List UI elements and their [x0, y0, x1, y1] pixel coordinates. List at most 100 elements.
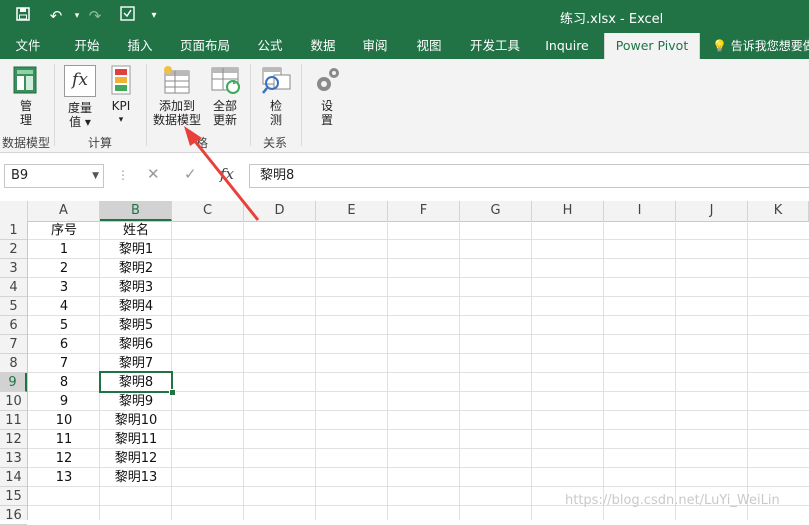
cell-a[interactable]: 6 [28, 335, 100, 354]
form-icon[interactable] [116, 6, 138, 26]
column-header-e[interactable]: E [316, 201, 388, 221]
update-all-button[interactable]: 全部 更新 [205, 65, 245, 127]
cell-a[interactable]: 11 [28, 430, 100, 449]
cell-a[interactable]: 2 [28, 259, 100, 278]
cell-a[interactable]: 3 [28, 278, 100, 297]
add-to-data-model-button[interactable]: 添加到 数据模型 [152, 65, 202, 127]
add-to-model-label-2: 数据模型 [152, 113, 201, 127]
cell-b[interactable]: 黎明9 [100, 392, 172, 411]
redo-icon[interactable]: ↷ [84, 6, 106, 26]
chevron-down-icon[interactable]: ▼ [92, 165, 99, 187]
formula-input[interactable]: 黎明8 [249, 164, 809, 188]
detect-label-1: 检 [269, 99, 282, 113]
row-header[interactable]: 11 [0, 411, 27, 430]
cell-a1[interactable]: 序号 [28, 221, 100, 240]
refresh-table-icon [209, 65, 241, 95]
column-header-h[interactable]: H [532, 201, 604, 221]
select-all-corner[interactable] [0, 201, 28, 221]
cell-grid[interactable]: 序号 1 2 3 4 5 6 7 8 9 10 11 12 13 姓名 黎明1 … [28, 221, 809, 520]
row-header[interactable]: 3 [0, 259, 27, 278]
column-header-j[interactable]: J [676, 201, 748, 221]
tab-page-layout[interactable]: 页面布局 [172, 33, 238, 59]
customize-qat-icon[interactable]: ▾ [143, 6, 165, 26]
cell-b[interactable]: 黎明1 [100, 240, 172, 259]
column-header-k[interactable]: K [748, 201, 809, 221]
column-header-f[interactable]: F [388, 201, 460, 221]
tell-me-box[interactable]: 💡 告诉我您想要做 [712, 33, 809, 59]
cell-b[interactable]: 黎明3 [100, 278, 172, 297]
tab-home[interactable]: 开始 [62, 33, 112, 59]
kpi-label-2: ▾ [118, 115, 124, 125]
row-headers: 1 2 3 4 5 6 7 8 9 10 11 12 13 14 15 16 [0, 221, 28, 525]
column-headers: A B C D E F G H I J K [0, 201, 809, 222]
settings-label-1: 设 [320, 99, 333, 113]
cell-b[interactable]: 黎明5 [100, 316, 172, 335]
lightbulb-icon: 💡 [712, 39, 727, 53]
row-header-selected[interactable]: 9 [0, 373, 27, 392]
cell-b[interactable]: 黎明2 [100, 259, 172, 278]
kpi-label-1: KPI [111, 99, 131, 113]
row-header[interactable]: 14 [0, 468, 27, 487]
cell-a[interactable]: 10 [28, 411, 100, 430]
data-model-icon [12, 65, 40, 95]
cell-b1[interactable]: 姓名 [100, 221, 172, 240]
tab-power-pivot[interactable]: Power Pivot [604, 33, 700, 59]
cell-a[interactable]: 7 [28, 354, 100, 373]
row-header[interactable]: 2 [0, 240, 27, 259]
tab-review[interactable]: 审阅 [353, 33, 397, 59]
enter-icon[interactable]: ✓ [184, 165, 197, 183]
cell-b[interactable]: 黎明13 [100, 468, 172, 487]
cell-a[interactable]: 1 [28, 240, 100, 259]
undo-icon[interactable]: ↶ [45, 6, 67, 26]
column-header-g[interactable]: G [460, 201, 532, 221]
cell-a[interactable]: 4 [28, 297, 100, 316]
tab-developer[interactable]: 开发工具 [462, 33, 528, 59]
row-header[interactable]: 7 [0, 335, 27, 354]
tab-insert[interactable]: 插入 [117, 33, 163, 59]
settings-button[interactable]: 设 置 [307, 65, 347, 127]
tab-formulas[interactable]: 公式 [249, 33, 291, 59]
fill-handle[interactable] [169, 389, 176, 396]
insert-function-icon[interactable]: fx [220, 165, 234, 183]
row-header[interactable]: 4 [0, 278, 27, 297]
column-header-d[interactable]: D [244, 201, 316, 221]
cell-b[interactable]: 黎明12 [100, 449, 172, 468]
detect-button[interactable]: 检 测 [256, 65, 296, 127]
cell-b[interactable]: 黎明4 [100, 297, 172, 316]
row-header[interactable]: 10 [0, 392, 27, 411]
cell-a[interactable]: 12 [28, 449, 100, 468]
row-header[interactable]: 15 [0, 487, 27, 506]
cell-a[interactable]: 8 [28, 373, 100, 392]
tab-file[interactable]: 文件 [4, 33, 52, 59]
save-icon[interactable] [12, 6, 34, 26]
manage-label-2: 理 [19, 113, 32, 127]
row-header[interactable]: 5 [0, 297, 27, 316]
column-header-i[interactable]: I [604, 201, 676, 221]
tab-data[interactable]: 数据 [301, 33, 345, 59]
row-header[interactable]: 6 [0, 316, 27, 335]
cancel-icon[interactable]: ✕ [147, 165, 160, 183]
name-box[interactable]: B9 ▼ [4, 164, 104, 188]
cell-b[interactable]: 黎明10 [100, 411, 172, 430]
row-header[interactable]: 16 [0, 506, 27, 525]
group-label-tables: 格 [196, 136, 209, 150]
manage-button[interactable]: 管 理 [6, 65, 46, 127]
column-header-a[interactable]: A [28, 201, 100, 221]
tab-view[interactable]: 视图 [407, 33, 451, 59]
measures-button[interactable]: fx 度量 值 ▾ [60, 65, 100, 129]
group-separator [54, 64, 55, 146]
column-header-c[interactable]: C [172, 201, 244, 221]
cell-b[interactable]: 黎明11 [100, 430, 172, 449]
row-header[interactable]: 12 [0, 430, 27, 449]
cell-b[interactable]: 黎明6 [100, 335, 172, 354]
row-header[interactable]: 1 [0, 221, 27, 240]
tab-inquire[interactable]: Inquire [538, 33, 596, 59]
cell-a[interactable]: 13 [28, 468, 100, 487]
kpi-button[interactable]: KPI ▾ [104, 65, 138, 127]
row-header[interactable]: 13 [0, 449, 27, 468]
column-header-b[interactable]: B [100, 201, 172, 221]
add-table-icon [161, 65, 193, 95]
row-header[interactable]: 8 [0, 354, 27, 373]
cell-a[interactable]: 9 [28, 392, 100, 411]
cell-a[interactable]: 5 [28, 316, 100, 335]
